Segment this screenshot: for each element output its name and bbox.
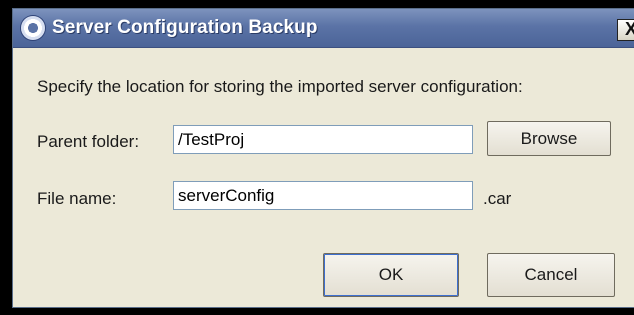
cancel-button[interactable]: Cancel <box>487 253 615 297</box>
file-name-label: File name: <box>37 189 117 208</box>
title-bar[interactable]: Server Configuration Backup X <box>13 9 634 48</box>
file-name-input[interactable] <box>173 181 473 210</box>
ok-button[interactable]: OK <box>323 253 459 297</box>
parent-folder-input[interactable] <box>173 125 473 154</box>
parent-folder-label: Parent folder: <box>37 132 140 151</box>
instruction-text: Specify the location for storing the imp… <box>37 77 523 96</box>
dialog-title: Server Configuration Backup <box>52 17 318 38</box>
close-icon: X <box>624 19 634 39</box>
file-extension-label: .car <box>483 189 512 208</box>
close-button[interactable]: X <box>617 19 634 41</box>
app-icon <box>21 16 45 40</box>
browse-button[interactable]: Browse <box>487 121 611 156</box>
server-config-backup-dialog: Server Configuration Backup X Specify th… <box>12 8 634 308</box>
